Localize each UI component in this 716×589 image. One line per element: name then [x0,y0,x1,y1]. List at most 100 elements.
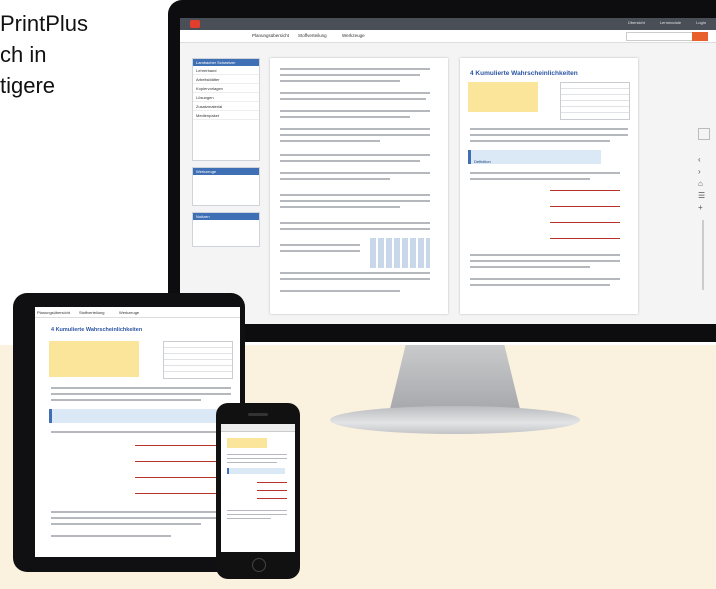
definition-box: Definition [468,150,601,164]
text-line [470,278,620,280]
text-line [280,98,426,100]
headline-line-2: ch in [0,42,47,67]
sidebar-item[interactable]: Kopiervorlagen [193,84,259,93]
text-line [227,510,287,511]
monitor-stand-neck [390,345,520,409]
tablet-device: Planungsübersicht Stoffverteilung Werkze… [13,293,245,572]
text-line [280,200,430,202]
text-line [280,68,430,70]
phone-speaker [248,413,268,416]
text-line [280,250,360,252]
highlight-box [468,82,538,112]
right-toolbar: ‹ › ⌂ ☰ + [698,128,710,318]
text-line [470,134,628,136]
number-line [257,482,287,483]
text-line [470,254,620,256]
text-line [227,514,287,515]
number-line [135,461,221,462]
zoom-box[interactable] [698,128,710,140]
headline-line-3: tigere [0,73,56,98]
text-line [470,178,590,180]
top-link-modules[interactable]: Lernmodule [660,20,681,25]
search-input[interactable] [626,32,708,41]
sidebar-item[interactable]: Medienpaket [193,111,259,120]
sidebar-item[interactable]: Zusatzmaterial [193,102,259,111]
text-line [227,454,287,455]
text-line [227,462,277,463]
text-line [280,178,390,180]
headline-line-1: PrintPlus [0,11,89,36]
text-line [280,228,430,230]
text-line [470,266,590,268]
headline-text: PrintPlus ch in tigere [0,8,170,101]
page-title: 4 Kumulierte Wahrscheinlichkeiten [470,70,578,77]
text-line [280,92,430,94]
text-line [51,535,171,537]
text-line [51,511,231,513]
tab-distribution[interactable]: Stoffverteilung [298,33,327,38]
phone-definition-box [227,468,285,474]
text-line [280,172,430,174]
text-line [280,194,430,196]
number-line [550,206,620,207]
text-line [280,74,420,76]
desktop-monitor: Übersicht Lernmodule Login Planungsübers… [168,0,716,342]
tablet-tab-distribution[interactable]: Stoffverteilung [79,310,105,315]
text-line [470,284,610,286]
number-line [135,445,221,446]
text-line [227,458,287,459]
text-line [280,278,430,280]
tab-planning[interactable]: Planungsübersicht [252,33,289,38]
phone-home-button[interactable] [252,558,266,572]
tablet-tab-planning[interactable]: Planungsübersicht [37,310,70,315]
tablet-page-title: 4 Kumulierte Wahrscheinlichkeiten [51,327,143,333]
phone-device [216,403,300,579]
toolbar-icons[interactable]: ‹ › ⌂ ☰ + [698,154,710,214]
figure-grid [370,238,430,268]
book-page-left [270,58,448,314]
tools-panel: Werkzeuge [192,167,260,206]
number-line [135,477,221,478]
text-line [280,128,430,130]
text-line [280,140,380,142]
tablet-tab-tools[interactable]: Werkzeuge [119,310,139,315]
text-line [51,431,231,433]
top-link-overview[interactable]: Übersicht [628,20,645,25]
text-line [280,154,430,156]
tablet-screen: Planungsübersicht Stoffverteilung Werkze… [35,307,240,557]
text-line [227,518,271,519]
app-logo[interactable] [190,20,200,28]
desktop-screen: Übersicht Lernmodule Login Planungsübers… [180,18,716,324]
sidebar-filler [193,120,259,160]
tablet-definition-box [49,409,222,423]
text-line [51,517,221,519]
text-line [470,140,610,142]
top-link-login[interactable]: Login [696,20,706,25]
phone-highlight [227,438,267,448]
text-line [280,116,410,118]
mini-table [560,82,630,120]
number-line [550,190,620,191]
text-line [280,160,420,162]
tab-tools[interactable]: Werkzeuge [342,33,365,38]
number-line [257,498,287,499]
phone-nav [221,424,295,432]
sidebar-item[interactable]: Lösungen [193,93,259,102]
zoom-slider[interactable] [702,220,704,290]
number-line [550,238,620,239]
text-line [280,272,430,274]
number-line [257,490,287,491]
text-line [280,222,430,224]
notes-panel: Notizen [192,212,260,247]
search-button[interactable] [692,32,708,41]
app-top-bar: Übersicht Lernmodule Login [180,18,716,30]
sidebar-header: Lambacher Schweizer [193,59,259,66]
notes-area[interactable] [193,220,259,246]
tools-header: Werkzeuge [193,168,259,175]
tools-area[interactable] [193,175,259,205]
monitor-stand-foot [330,406,580,434]
sidebar-item[interactable]: Arbeitsblätter [193,75,259,84]
sidebar-item[interactable]: Lehrerband [193,66,259,75]
phone-screen [221,424,295,552]
text-line [280,80,400,82]
